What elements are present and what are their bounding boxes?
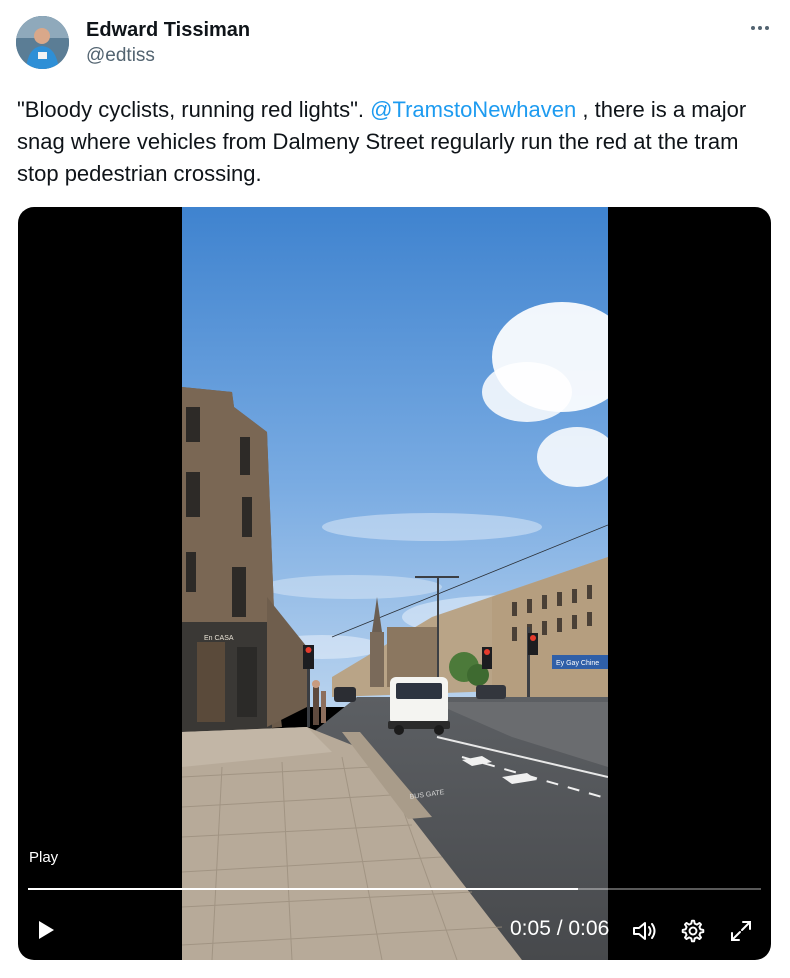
tweet-text: "Bloody cyclists, running red lights". @… xyxy=(17,94,767,190)
play-icon xyxy=(39,921,54,939)
progress-bar[interactable] xyxy=(28,888,761,890)
video-frame[interactable]: En CASA Ey Gay Chine BUS GATE xyxy=(182,207,608,960)
time-display: 0:05 / 0:06 xyxy=(510,917,610,940)
volume-icon xyxy=(633,922,656,940)
avatar-image xyxy=(16,16,69,69)
tweet-text-start: "Bloody cyclists, running red lights". xyxy=(17,97,371,122)
play-label: Play xyxy=(29,849,59,866)
video-player[interactable]: En CASA Ey Gay Chine BUS GATE Play 0:05 … xyxy=(18,207,771,960)
more-icon[interactable] xyxy=(748,16,772,40)
volume-button[interactable] xyxy=(630,916,660,946)
avatar[interactable] xyxy=(16,16,69,69)
fullscreen-icon xyxy=(731,921,751,941)
progress-fill xyxy=(28,888,578,890)
shopfront-sign: Ey Gay Chine xyxy=(556,660,599,667)
author-name[interactable]: Edward Tissiman xyxy=(86,18,250,42)
svg-text:En CASA: En CASA xyxy=(204,635,234,642)
author-handle[interactable]: @edtiss xyxy=(86,44,250,68)
gear-icon xyxy=(681,919,705,943)
settings-button[interactable] xyxy=(678,916,708,946)
video-frame-image: En CASA Ey Gay Chine BUS GATE xyxy=(182,207,608,960)
mention-link[interactable]: @TramstoNewhaven xyxy=(370,97,576,122)
play-button[interactable] xyxy=(22,906,70,954)
fullscreen-button[interactable] xyxy=(726,916,756,946)
